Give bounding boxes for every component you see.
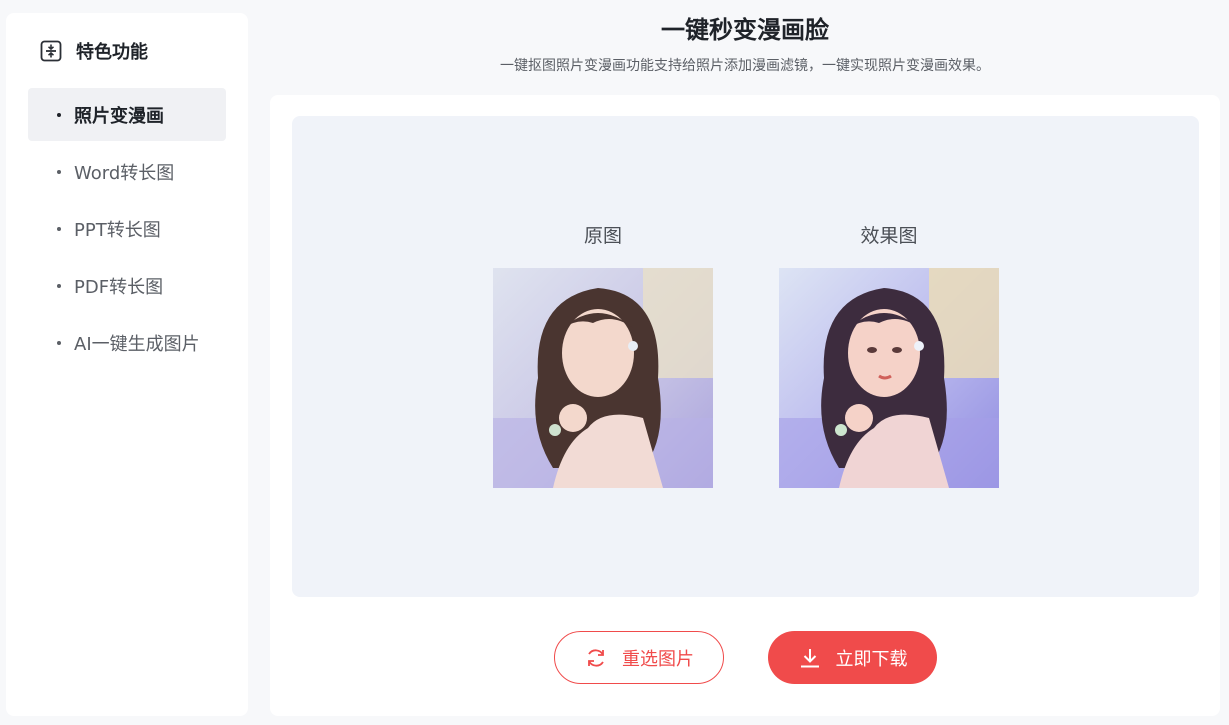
result-label: 效果图 <box>860 225 918 247</box>
menu-item-pdf-to-long-image[interactable]: PDF转长图 <box>28 259 226 312</box>
menu-item-label: AI一键生成图片 <box>74 333 200 355</box>
refresh-icon <box>584 646 608 670</box>
menu-item-label: PPT转长图 <box>74 219 161 241</box>
expand-vertical-icon <box>40 40 62 62</box>
sidebar: 特色功能 照片变漫画 Word转长图 PPT转长图 PDF转长图 AI一键生成图… <box>6 13 248 716</box>
download-icon <box>798 646 822 670</box>
page-subtitle: 一键抠图照片变漫画功能支持给照片添加漫画滤镜，一键实现照片变漫画效果。 <box>500 58 990 74</box>
menu-item-ppt-to-long-image[interactable]: PPT转长图 <box>28 202 226 255</box>
page-title: 一键秒变漫画脸 <box>661 16 829 44</box>
sidebar-header: 特色功能 <box>40 39 148 63</box>
download-label: 立即下载 <box>835 648 908 670</box>
menu-item-photo-to-comic[interactable]: 照片变漫画 <box>28 88 226 141</box>
preview-area: 原图 效果图 <box>292 116 1199 597</box>
feature-menu: 照片变漫画 Word转长图 PPT转长图 PDF转长图 AI一键生成图片 <box>28 88 226 373</box>
reselect-image-label: 重选图片 <box>622 648 694 670</box>
menu-item-label: PDF转长图 <box>74 276 164 298</box>
download-button[interactable]: 立即下载 <box>768 631 937 684</box>
menu-item-label: 照片变漫画 <box>74 105 164 127</box>
sidebar-title: 特色功能 <box>76 42 148 63</box>
main-card: 原图 效果图 重选图片 立即下载 <box>270 95 1220 716</box>
reselect-image-button[interactable]: 重选图片 <box>554 631 724 684</box>
result-photo <box>779 268 999 488</box>
original-photo <box>493 268 713 488</box>
original-label: 原图 <box>583 225 622 247</box>
menu-item-label: Word转长图 <box>74 162 175 184</box>
menu-item-ai-image-generation[interactable]: AI一键生成图片 <box>28 316 226 369</box>
menu-item-word-to-long-image[interactable]: Word转长图 <box>28 145 226 198</box>
